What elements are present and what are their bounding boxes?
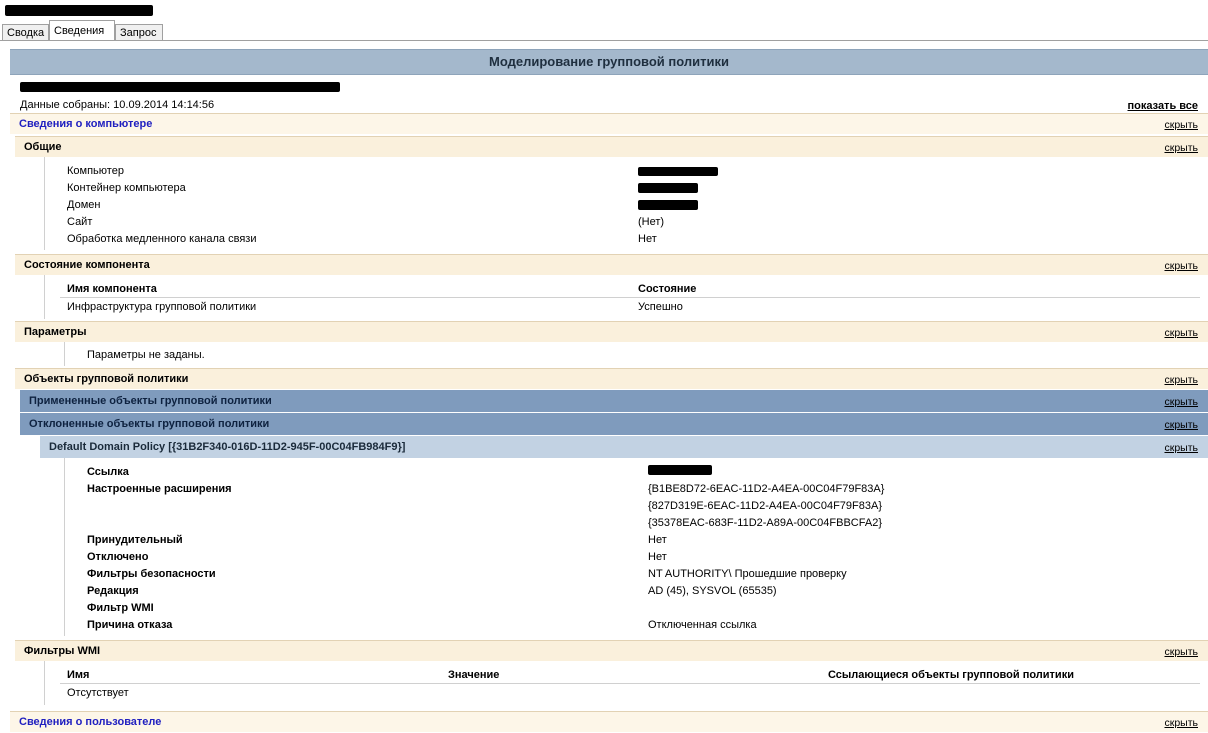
tab-strip: Сводка Сведения Запрос	[2, 20, 172, 41]
hide-component-link[interactable]: скрыть	[1164, 260, 1198, 272]
general-label-slow-link: Обработка медленного канала связи	[67, 233, 257, 245]
general-section-header[interactable]: Общие скрыть	[15, 136, 1208, 157]
general-indent-line	[44, 157, 45, 250]
component-row-name: Инфраструктура групповой политики	[67, 301, 257, 313]
computer-container-redacted	[638, 183, 698, 193]
component-indent-line	[44, 275, 45, 319]
parameters-indent-line	[64, 342, 65, 366]
wmi-header-divider	[60, 683, 1200, 684]
policy-extension-1: {B1BE8D72-6EAC-11D2-A4EA-00C04F79F83A}	[648, 483, 885, 495]
wmi-header-value: Значение	[448, 669, 500, 681]
report-subject-redacted	[20, 82, 340, 92]
wmi-filters-header[interactable]: Фильтры WMI скрыть	[15, 640, 1208, 661]
component-row-status: Успешно	[638, 301, 683, 313]
hide-user-link[interactable]: скрыть	[1164, 717, 1198, 729]
parameters-header[interactable]: Параметры скрыть	[15, 321, 1208, 342]
hide-denied-link[interactable]: скрыть	[1164, 419, 1198, 431]
general-value-site: (Нет)	[638, 216, 665, 228]
component-header-divider	[60, 297, 1200, 298]
policy-label-disabled: Отключено	[87, 551, 149, 563]
user-section-header[interactable]: Сведения о пользователе скрыть	[10, 711, 1208, 732]
computer-section-header[interactable]: Сведения о компьютере скрыть	[10, 113, 1208, 134]
denied-gpo-header[interactable]: Отклоненные объекты групповой политики с…	[20, 413, 1208, 435]
hide-parameters-link[interactable]: скрыть	[1164, 327, 1198, 339]
tab-query[interactable]: Запрос	[115, 24, 163, 40]
policy-extension-3: {35378EAC-683F-11D2-A89A-00C04FBBCFA2}	[648, 517, 882, 529]
parameters-empty-text: Параметры не заданы.	[87, 349, 205, 361]
component-status-title: Состояние компонента	[24, 259, 150, 271]
policy-label-reason: Причина отказа	[87, 619, 173, 631]
general-label-computer: Компьютер	[67, 165, 124, 177]
component-header-name: Имя компонента	[67, 283, 157, 295]
hide-policy-link[interactable]: скрыть	[1164, 442, 1198, 454]
computer-section-title[interactable]: Сведения о компьютере	[19, 118, 152, 130]
report-title: Моделирование групповой политики	[10, 49, 1208, 75]
data-collected-text: Данные собраны: 10.09.2014 14:14:56	[20, 99, 215, 111]
policy-extension-2: {827D319E-6EAC-11D2-A4EA-00C04F79F83A}	[648, 500, 882, 512]
policy-label-revision: Редакция	[87, 585, 139, 597]
general-label-site: Сайт	[67, 216, 93, 228]
policy-link-redacted	[648, 465, 712, 475]
hide-wmi-link[interactable]: скрыть	[1164, 646, 1198, 658]
general-label-container: Контейнер компьютера	[67, 182, 186, 194]
component-status-header[interactable]: Состояние компонента скрыть	[15, 254, 1208, 275]
applied-gpo-title: Примененные объекты групповой политики	[29, 395, 272, 407]
general-section-title: Общие	[24, 141, 62, 153]
hide-gpo-link[interactable]: скрыть	[1164, 374, 1198, 386]
default-domain-policy-header[interactable]: Default Domain Policy [{31B2F340-016D-11…	[40, 436, 1208, 458]
policy-label-link: Ссылка	[87, 466, 129, 478]
wmi-header-name: Имя	[67, 669, 90, 681]
policy-value-revision: AD (45), SYSVOL (65535)	[648, 585, 777, 597]
gpo-title: Объекты групповой политики	[24, 373, 189, 385]
tab-details[interactable]: Сведения	[49, 20, 115, 41]
policy-label-security-filters: Фильтры безопасности	[87, 568, 216, 580]
tab-summary[interactable]: Сводка	[2, 24, 49, 40]
policy-label-enforced: Принудительный	[87, 534, 183, 546]
wmi-header-linked-gpos: Ссылающиеся объекты групповой политики	[828, 669, 1074, 681]
component-header-status: Состояние	[638, 283, 697, 295]
policy-label-extensions: Настроенные расширения	[87, 483, 232, 495]
hide-applied-link[interactable]: скрыть	[1164, 396, 1198, 408]
policy-value-reason: Отключенная ссылка	[648, 619, 757, 631]
computer-name-redacted	[638, 167, 718, 176]
policy-value-enforced: Нет	[648, 534, 667, 546]
denied-gpo-title: Отклоненные объекты групповой политики	[29, 418, 270, 430]
window-title-redacted	[5, 5, 153, 16]
hide-general-link[interactable]: скрыть	[1164, 142, 1198, 154]
tab-pane-border	[0, 40, 1208, 41]
wmi-indent-line	[44, 661, 45, 705]
user-section-title[interactable]: Сведения о пользователе	[19, 716, 161, 728]
hide-computer-link[interactable]: скрыть	[1164, 119, 1198, 131]
general-value-slow-link: Нет	[638, 233, 657, 245]
show-all-link[interactable]: показать все	[1128, 100, 1199, 112]
policy-label-wmi-filter: Фильтр WMI	[87, 602, 154, 614]
parameters-title: Параметры	[24, 326, 87, 338]
policy-value-security-filters: NT AUTHORITY\ Прошедшие проверку	[648, 568, 847, 580]
applied-gpo-header[interactable]: Примененные объекты групповой политики с…	[20, 390, 1208, 412]
default-domain-policy-title: Default Domain Policy [{31B2F340-016D-11…	[49, 441, 406, 453]
domain-redacted	[638, 200, 698, 210]
wmi-filters-title: Фильтры WMI	[24, 645, 101, 657]
policy-indent-line	[64, 458, 65, 636]
wmi-empty-text: Отсутствует	[67, 687, 129, 699]
policy-value-disabled: Нет	[648, 551, 667, 563]
gpo-header[interactable]: Объекты групповой политики скрыть	[15, 368, 1208, 389]
general-label-domain: Домен	[67, 199, 101, 211]
